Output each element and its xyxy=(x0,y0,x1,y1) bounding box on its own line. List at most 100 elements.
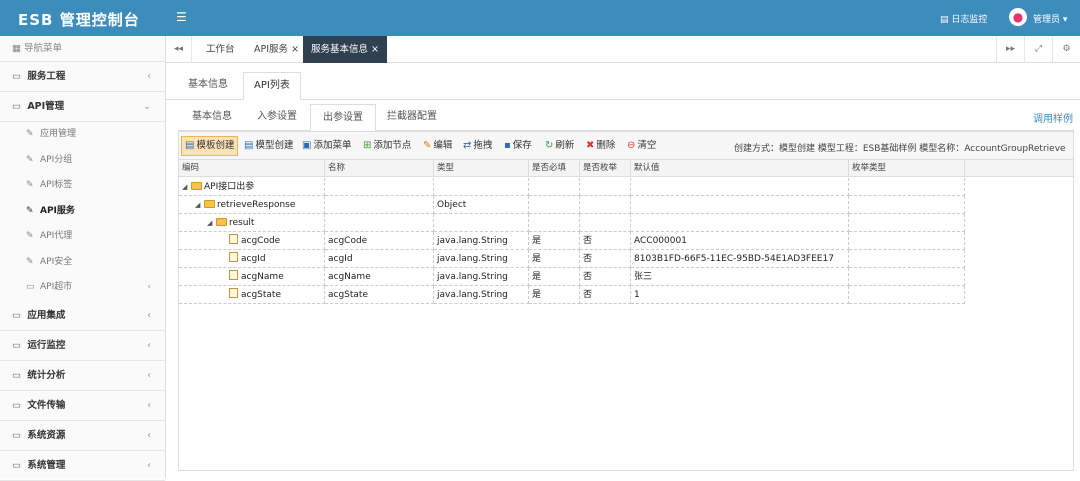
table-header: 编码 名称 类型 是否必填 是否枚举 默认值 枚举类型 xyxy=(179,160,1073,177)
sidebar: ▦ 导航菜单 ▭ 服务工程 ‹ ▭ API管理 ⌄ ✎ 应用管理 ✎ API分组 ✎ AP… xyxy=(0,36,166,481)
tab-scroll-left-icon[interactable]: ◂◂ xyxy=(166,36,192,63)
fullscreen-icon[interactable]: ⤢ xyxy=(1024,36,1052,63)
close-icon[interactable]: × xyxy=(371,44,379,55)
chevron-left-icon: ‹ xyxy=(147,339,151,351)
sidebar-menu-app-integration[interactable]: ▭ 应用集成 ‹ xyxy=(0,301,165,331)
tab-api-list[interactable]: API列表 xyxy=(243,72,301,100)
log-monitor-link[interactable]: ▤ 日志监控 xyxy=(940,12,987,25)
table-row[interactable]: ◢ result xyxy=(179,214,1073,232)
sidebar-menu-file-transfer[interactable]: ▭ 文件传输 ‹ xyxy=(0,391,165,421)
tab-service-basic-info[interactable]: 服务基本信息 × xyxy=(303,36,388,63)
sidebar-menu-system-management[interactable]: ▭ 系统管理 ‹ xyxy=(0,451,165,481)
save-icon: ▪ xyxy=(504,140,511,151)
add-node-button[interactable]: ⊞ 添加节点 xyxy=(360,136,414,156)
file-icon xyxy=(229,252,238,262)
col-default: 默认值 xyxy=(631,160,849,177)
sidebar-menu-runtime-monitor[interactable]: ▭ 运行监控 ‹ xyxy=(0,331,165,361)
model-create-button[interactable]: ▤ 模型创建 xyxy=(241,136,296,156)
toolbar: ▤ 模板创建 ▤ 模型创建 ▣ 添加菜单 ⊞ 添加节点 ✎ 编辑 ⇄ 拖拽 ▪ 保存 ↻ 刷新 … xyxy=(179,132,1073,160)
folder-icon: ▭ xyxy=(12,399,21,411)
drag-button[interactable]: ⇄ 拖拽 xyxy=(460,136,495,156)
pencil-icon: ✎ xyxy=(423,140,432,151)
top-header: ESB 管理控制台 ☰ ▤ 日志监控 ● 管理员 ▾ xyxy=(0,0,1080,36)
edit-button[interactable]: ✎ 编辑 xyxy=(420,136,455,156)
model-info: 创建方式：模型创建 模型工程：ESB基础样例 模型名称：AccountGroup… xyxy=(734,144,1066,154)
grid-icon: ▦ xyxy=(12,43,24,54)
delete-icon: ✖ xyxy=(586,140,595,151)
expand-triangle-icon[interactable]: ◢ xyxy=(195,196,204,213)
folder-icon: ▭ xyxy=(12,459,21,471)
sidebar-item-api-group[interactable]: ✎ API分组 xyxy=(0,148,165,174)
user-menu[interactable]: 管理员 ▾ xyxy=(1033,12,1067,25)
level2-tabs: 基本信息 入参设置 出参设置 拦截器配置 xyxy=(178,102,1074,131)
template-create-button[interactable]: ▤ 模板创建 xyxy=(181,136,239,156)
save-button[interactable]: ▪ 保存 xyxy=(501,136,535,156)
tab-input-params[interactable]: 入参设置 xyxy=(245,104,309,131)
table-row[interactable]: acgCode acgCode java.lang.String 是 否 ACC… xyxy=(179,232,1073,250)
avatar[interactable]: ● xyxy=(1009,8,1027,26)
delete-button[interactable]: ✖ 删除 xyxy=(583,136,618,156)
expand-triangle-icon[interactable]: ◢ xyxy=(182,178,191,195)
col-enum: 是否枚举 xyxy=(580,160,631,177)
tab-scroll-right-icon[interactable]: ▸▸ xyxy=(996,36,1024,63)
tab-api-service[interactable]: API服务 × xyxy=(246,36,307,63)
drag-icon: ⇄ xyxy=(463,140,472,151)
sidebar-menu-system-resources[interactable]: ▭ 系统资源 ‹ xyxy=(0,421,165,451)
folder-icon: ▭ xyxy=(12,369,21,381)
folder-icon: ▭ xyxy=(12,429,21,441)
col-required: 是否必填 xyxy=(529,160,580,177)
add-file-icon: ⊞ xyxy=(363,140,372,151)
file-icon xyxy=(229,234,238,244)
menu-toggle-icon[interactable]: ☰ xyxy=(176,10,187,24)
sidebar-item-api-security[interactable]: ✎ API安全 xyxy=(0,250,165,276)
folder-icon xyxy=(191,182,202,190)
chevron-left-icon: ‹ xyxy=(147,309,151,321)
pin-icon: ✎ xyxy=(26,180,34,190)
chevron-left-icon: ‹ xyxy=(147,459,151,471)
file-icon xyxy=(229,288,238,298)
expand-triangle-icon[interactable]: ◢ xyxy=(207,214,216,231)
sidebar-menu-api-management[interactable]: ▭ API管理 ⌄ xyxy=(0,92,165,122)
sidebar-item-app-management[interactable]: ✎ 应用管理 xyxy=(0,122,165,148)
folder-icon: ▭ xyxy=(12,309,21,321)
sidebar-menu-service-project[interactable]: ▭ 服务工程 ‹ xyxy=(0,62,165,92)
chevron-left-icon: ‹ xyxy=(147,71,151,82)
table-row[interactable]: acgId acgId java.lang.String 是 否 8103B1F… xyxy=(179,250,1073,268)
sidebar-item-api-tag[interactable]: ✎ API标签 xyxy=(0,173,165,199)
col-type: 类型 xyxy=(434,160,529,177)
call-example-link[interactable]: 调用样例 xyxy=(1033,110,1073,125)
folder-icon: ▭ xyxy=(12,339,21,351)
clear-button[interactable]: ⊖ 清空 xyxy=(624,136,659,156)
tab-basic-info-2[interactable]: 基本信息 xyxy=(180,104,244,131)
col-enum-type: 枚举类型 xyxy=(849,160,965,177)
sidebar-item-api-market[interactable]: ▭ API超市 ‹ xyxy=(0,275,165,301)
add-menu-button[interactable]: ▣ 添加菜单 xyxy=(299,136,354,156)
refresh-icon: ↻ xyxy=(545,140,554,151)
sidebar-item-api-proxy[interactable]: ✎ API代理 xyxy=(0,224,165,250)
chevron-left-icon: ‹ xyxy=(147,399,151,411)
chevron-left-icon: ‹ xyxy=(147,429,151,441)
sidebar-menu-statistics[interactable]: ▭ 统计分析 ‹ xyxy=(0,361,165,391)
tab-workbench[interactable]: 工作台 xyxy=(198,36,243,63)
refresh-button[interactable]: ↻ 刷新 xyxy=(542,136,577,156)
chevron-left-icon: ‹ xyxy=(147,369,151,381)
table-row[interactable]: acgName acgName java.lang.String 是 否 张三 xyxy=(179,268,1073,286)
table-row[interactable]: ◢ retrieveResponse Object xyxy=(179,196,1073,214)
sidebar-item-api-service[interactable]: ✎ API服务 xyxy=(0,199,165,225)
grid-icon: ▤ xyxy=(244,140,254,151)
page-tab-bar: ◂◂ 工作台 API服务 × 服务基本信息 × ▸▸ ⤢ ⚙ xyxy=(166,36,1080,63)
pin-icon: ✎ xyxy=(26,129,34,139)
col-code: 编码 xyxy=(179,160,325,177)
table-row[interactable]: acgState acgState java.lang.String 是 否 1 xyxy=(179,286,1073,304)
gear-icon[interactable]: ⚙ xyxy=(1052,36,1080,63)
tab-basic-info[interactable]: 基本信息 xyxy=(178,72,238,100)
tab-output-params[interactable]: 出参设置 xyxy=(310,104,376,131)
output-params-panel: ▤ 模板创建 ▤ 模型创建 ▣ 添加菜单 ⊞ 添加节点 ✎ 编辑 ⇄ 拖拽 ▪ 保存 ↻ 刷新 … xyxy=(178,131,1074,471)
level1-tabs: 基本信息 API列表 xyxy=(166,64,1080,100)
grid-icon: ▤ xyxy=(185,140,195,151)
nav-title: ▦ 导航菜单 xyxy=(0,36,165,62)
tab-interceptor-config[interactable]: 拦截器配置 xyxy=(375,104,449,131)
folder-icon: ▭ xyxy=(26,282,35,292)
close-icon[interactable]: × xyxy=(291,44,299,55)
table-row[interactable]: ◢ API接口出参 xyxy=(179,178,1073,196)
